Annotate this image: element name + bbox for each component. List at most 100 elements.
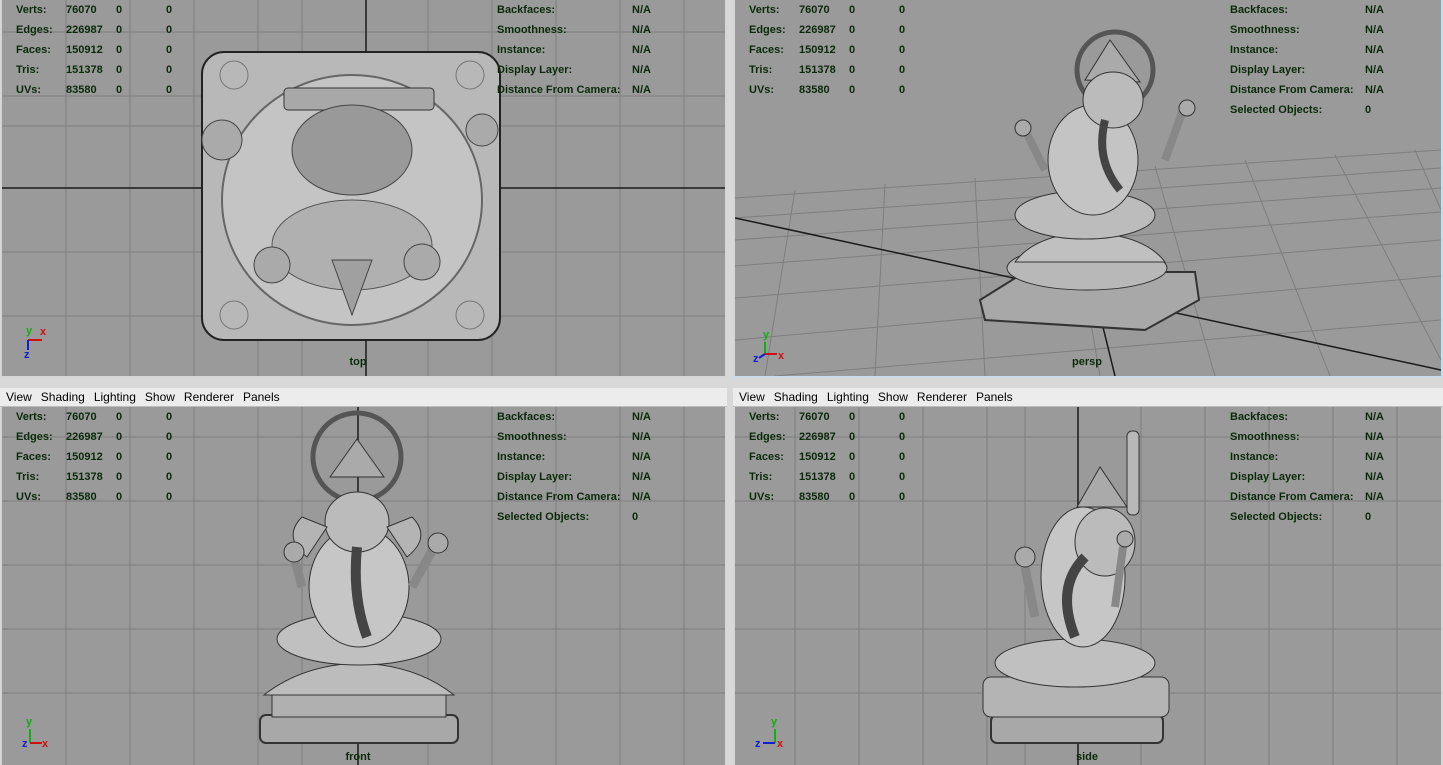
stat-value: 0 — [116, 4, 123, 16]
detail-label: Selected Objects: — [1230, 104, 1323, 116]
stat-value: 0 — [899, 491, 906, 503]
svg-text:y: y — [763, 329, 770, 341]
panel-menubar: View Shading Lighting Show Renderer Panels — [733, 388, 1443, 407]
stat-value: 0 — [166, 451, 173, 463]
ganesha-model-persp[interactable] — [735, 0, 1441, 376]
stat-value: 0 — [166, 471, 173, 483]
stat-value: 0 — [166, 431, 173, 443]
stat-value: 0 — [166, 411, 173, 423]
stat-value: 226987 — [799, 24, 836, 36]
viewport-canvas[interactable]: Verts: 76070 0 0 Edges: 226987 0 0 Faces: 15091… — [733, 0, 1443, 378]
axis-gizmo-icon: y x z — [24, 325, 47, 361]
detail-label: Backfaces: — [1230, 4, 1289, 16]
stat-value: 0 — [116, 64, 123, 76]
camera-name: top — [349, 356, 367, 368]
stat-label: UVs: — [749, 491, 775, 503]
stat-label: UVs: — [16, 84, 42, 96]
viewport-canvas[interactable]: Verts: 76070 0 0 Edges: 226987 0 0 Faces: 15091… — [0, 0, 727, 378]
stat-value: 0 — [899, 44, 906, 56]
ganesha-model-side[interactable] — [735, 407, 1441, 765]
stat-value: 0 — [899, 451, 906, 463]
menu-shading[interactable]: Shading — [771, 388, 821, 405]
menu-view[interactable]: View — [736, 388, 768, 405]
stat-value: 0 — [899, 4, 906, 16]
stat-label: Edges: — [16, 24, 53, 36]
stat-label: Edges: — [749, 24, 786, 36]
stat-label: Verts: — [16, 4, 47, 16]
viewport-side[interactable]: View Shading Lighting Show Renderer Panels — [733, 388, 1443, 765]
detail-value: N/A — [1365, 411, 1384, 423]
svg-text:y: y — [26, 716, 33, 728]
stat-value: 151378 — [66, 471, 103, 483]
stat-value: 0 — [116, 431, 123, 443]
stat-value: 76070 — [799, 411, 830, 423]
stat-value: 0 — [849, 491, 856, 503]
detail-label: Instance: — [497, 44, 546, 56]
stat-value: 0 — [899, 64, 906, 76]
stat-value: 0 — [849, 451, 856, 463]
stat-value: 0 — [899, 431, 906, 443]
stat-value: 0 — [116, 84, 123, 96]
menu-panels[interactable]: Panels — [240, 388, 283, 405]
viewport-canvas[interactable]: Verts: 76070 0 0 Edges: 226987 0 0 Faces: 15091… — [0, 407, 727, 765]
detail-value: N/A — [632, 431, 651, 443]
ganesha-model-top[interactable] — [2, 0, 725, 376]
stat-value: 226987 — [66, 431, 103, 443]
viewport-top[interactable]: Verts: 76070 0 0 Edges: 226987 0 0 Faces: 15091… — [0, 0, 727, 378]
stat-value: 151378 — [66, 64, 103, 76]
menu-lighting[interactable]: Lighting — [824, 388, 872, 405]
menu-renderer[interactable]: Renderer — [181, 388, 237, 405]
detail-value: N/A — [1365, 491, 1384, 503]
detail-label: Backfaces: — [497, 411, 556, 423]
stat-value: 0 — [116, 471, 123, 483]
menu-show[interactable]: Show — [875, 388, 911, 405]
stat-value: 83580 — [799, 491, 830, 503]
camera-name: persp — [1072, 356, 1102, 368]
detail-value: N/A — [1365, 471, 1384, 483]
detail-label: Distance From Camera: — [1230, 84, 1354, 96]
detail-label: Display Layer: — [497, 64, 573, 76]
detail-label: Smoothness: — [497, 431, 567, 443]
detail-label: Display Layer: — [1230, 471, 1306, 483]
stat-label: Faces: — [749, 44, 784, 56]
detail-label: Smoothness: — [497, 24, 567, 36]
stat-label: Verts: — [16, 411, 47, 423]
stat-value: 0 — [899, 84, 906, 96]
stat-value: 150912 — [66, 44, 103, 56]
detail-label: Display Layer: — [497, 471, 573, 483]
detail-label: Distance From Camera: — [1230, 491, 1354, 503]
detail-value: N/A — [632, 24, 651, 36]
menu-show[interactable]: Show — [142, 388, 178, 405]
axis-gizmo-icon: y x z — [22, 716, 49, 750]
svg-text:z: z — [753, 353, 759, 364]
detail-value: N/A — [1365, 4, 1384, 16]
menu-shading[interactable]: Shading — [38, 388, 88, 405]
stat-value: 150912 — [66, 451, 103, 463]
axis-gizmo-icon: y x z — [753, 329, 785, 364]
viewport-front[interactable]: View Shading Lighting Show Renderer Panels — [0, 388, 727, 765]
menu-lighting[interactable]: Lighting — [91, 388, 139, 405]
stat-value: 0 — [849, 411, 856, 423]
stat-value: 226987 — [66, 24, 103, 36]
viewport-persp[interactable]: Verts: 76070 0 0 Edges: 226987 0 0 Faces: 15091… — [733, 0, 1443, 378]
stat-value: 0 — [116, 491, 123, 503]
stat-value: 76070 — [799, 4, 830, 16]
stat-value: 83580 — [66, 491, 97, 503]
stat-value: 76070 — [66, 4, 97, 16]
menu-panels[interactable]: Panels — [973, 388, 1016, 405]
detail-value: N/A — [1365, 431, 1384, 443]
menu-renderer[interactable]: Renderer — [914, 388, 970, 405]
detail-value: 0 — [632, 511, 639, 523]
stat-value: 0 — [116, 451, 123, 463]
stat-value: 150912 — [799, 44, 836, 56]
detail-label: Instance: — [497, 451, 546, 463]
detail-label: Display Layer: — [1230, 64, 1306, 76]
stat-value: 0 — [166, 64, 173, 76]
detail-value: N/A — [632, 451, 651, 463]
ganesha-model-front[interactable] — [2, 407, 725, 765]
menu-view[interactable]: View — [3, 388, 35, 405]
stat-value: 0 — [899, 24, 906, 36]
svg-text:z: z — [24, 349, 30, 361]
camera-name: front — [345, 751, 371, 763]
viewport-canvas[interactable]: Verts: 76070 0 0 Edges: 226987 0 0 Faces: 15091… — [733, 407, 1443, 765]
